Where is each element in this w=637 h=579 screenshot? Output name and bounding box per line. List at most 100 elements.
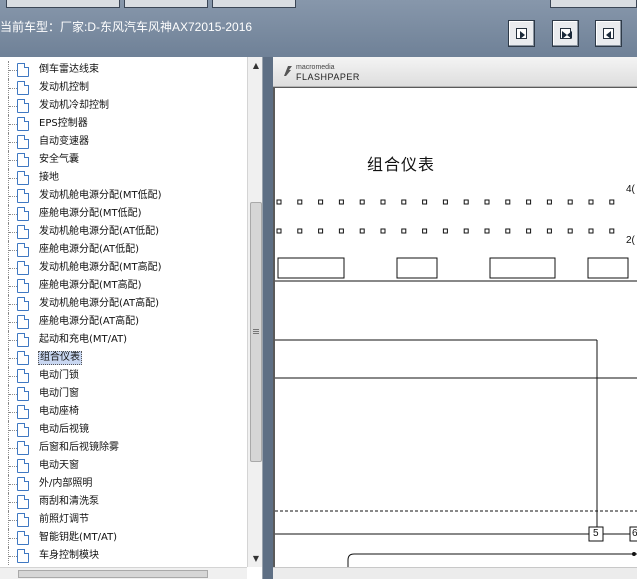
tree-item[interactable]: 外/内部照明 — [0, 475, 247, 493]
connector-pin — [588, 199, 594, 205]
panel-splitter[interactable] — [263, 57, 273, 579]
connector-pin — [297, 228, 303, 234]
hscroll-thumb[interactable] — [18, 570, 208, 578]
tree-item[interactable]: 座舱电源分配(AT低配) — [0, 241, 247, 259]
document-icon — [17, 495, 29, 509]
document-page: 组合仪表 4( 2( 5 6 — [275, 88, 637, 567]
tree-connector — [9, 124, 17, 125]
connector-pin — [484, 228, 490, 234]
tree-connector — [9, 448, 17, 449]
tree-item-label: 发动机舱电源分配(MT高配) — [39, 262, 162, 273]
tree-item[interactable]: 座舱电源分配(MT低配) — [0, 205, 247, 223]
connector-pin — [422, 199, 428, 205]
tree-item[interactable]: 车身控制模块 — [0, 547, 247, 565]
tree-item-label: 前照灯调节 — [39, 514, 89, 525]
tree-item[interactable]: 安全气囊 — [0, 151, 247, 169]
tree-item-label: 电动后视镜 — [39, 424, 89, 435]
connector-pin — [609, 228, 615, 234]
connector-pin — [338, 228, 344, 234]
document-icon — [17, 297, 29, 311]
document-icon — [17, 63, 29, 77]
document-viewer: macromedia FLASHPAPER 组合仪表 4( 2( 5 6 — [273, 57, 637, 579]
connector-pin — [276, 199, 282, 205]
connector-pin — [401, 228, 407, 234]
next-page-button[interactable] — [508, 20, 535, 47]
tree-item[interactable]: 座舱电源分配(MT高配) — [0, 277, 247, 295]
connector-pin — [359, 228, 365, 234]
tree-connector — [9, 304, 17, 305]
tree-item[interactable]: 座舱电源分配(AT高配) — [0, 313, 247, 331]
document-icon — [17, 207, 29, 221]
tree-vertical-scrollbar[interactable]: ▲ ▼ — [247, 57, 262, 567]
tree-item-label: 倒车雷达线束 — [39, 64, 99, 75]
document-icon — [17, 261, 29, 275]
tree-item[interactable]: 电动门锁 — [0, 367, 247, 385]
tree-item[interactable]: 发动机舱电源分配(MT低配) — [0, 187, 247, 205]
connector-pin — [318, 228, 324, 234]
tree-item[interactable]: 自动变速器 — [0, 133, 247, 151]
tree-connector — [9, 394, 17, 395]
toolbar-tab-4[interactable] — [550, 0, 637, 8]
document-icon — [17, 477, 29, 491]
tree-item[interactable]: 雨刮和清洗泵 — [0, 493, 247, 511]
tree-item[interactable]: 倒车雷达线束 — [0, 61, 247, 79]
tree-connector — [9, 340, 17, 341]
tree-item-label: 智能钥匙(MT/AT) — [39, 532, 118, 543]
connector-pin — [359, 199, 365, 205]
connector-pin — [318, 199, 324, 205]
tree-item[interactable]: 起动和充电(MT/AT) — [0, 331, 247, 349]
document-icon — [17, 513, 29, 527]
document-icon — [17, 153, 29, 167]
tree-item[interactable]: 接地 — [0, 169, 247, 187]
tree-item[interactable]: 电动座椅 — [0, 403, 247, 421]
scroll-up-arrow-icon[interactable]: ▲ — [248, 59, 262, 73]
tree-item-label: 起动和充电(MT/AT) — [39, 334, 128, 345]
tree-item[interactable]: EPS控制器 — [0, 115, 247, 133]
tree-item[interactable]: 智能钥匙(MT/AT) — [0, 529, 247, 547]
tree-connector — [9, 430, 17, 431]
tree-horizontal-scrollbar[interactable] — [0, 567, 247, 579]
toolbar-tab-2[interactable] — [124, 0, 208, 8]
arrow-in-right-glyph — [567, 31, 572, 39]
tree-connector — [9, 232, 17, 233]
tree-item-label: 外/内部照明 — [39, 478, 93, 489]
tree-item[interactable]: 发动机舱电源分配(AT高配) — [0, 295, 247, 313]
toolbar-tab-1[interactable] — [6, 0, 120, 8]
tree-item-label: 自动变速器 — [39, 136, 89, 147]
tree-item-label: 电动座椅 — [39, 406, 79, 417]
tree-item[interactable]: 发动机控制 — [0, 79, 247, 97]
tree-connector — [9, 286, 17, 287]
tree-item[interactable]: 电动后视镜 — [0, 421, 247, 439]
tree-item[interactable]: 电动门窗 — [0, 385, 247, 403]
tree-item-label: 发动机舱电源分配(AT低配) — [39, 226, 159, 237]
current-vehicle-title: 当前车型：厂家:D-东风汽车风神AX72015-2016 — [0, 20, 253, 34]
scroll-down-arrow-icon[interactable]: ▼ — [248, 552, 262, 566]
tree-item[interactable]: 电动天窗 — [0, 457, 247, 475]
toolbar-tab-3[interactable] — [212, 0, 296, 8]
connector-pin — [546, 228, 552, 234]
tree-item[interactable]: 前照灯调节 — [0, 511, 247, 529]
pin-label-6: 6 — [632, 528, 637, 539]
grip-line — [253, 331, 259, 332]
wiring-diagram — [275, 199, 637, 567]
document-icon — [17, 369, 29, 383]
document-icon — [17, 135, 29, 149]
tree-item-label: 座舱电源分配(MT低配) — [39, 208, 142, 219]
tree-item[interactable]: 组合仪表 — [0, 349, 247, 367]
scroll-thumb[interactable] — [250, 202, 262, 462]
connector-pin — [463, 228, 469, 234]
fit-page-button[interactable] — [552, 20, 579, 47]
viewer-horizontal-scrollbar[interactable] — [273, 567, 637, 579]
tree-connector — [9, 214, 17, 215]
top-toolbar: 当前车型：厂家:D-东风汽车风神AX72015-2016 — [0, 0, 637, 57]
connector-block — [277, 257, 345, 279]
document-icon — [17, 81, 29, 95]
tree-item[interactable]: 发动机冷却控制 — [0, 97, 247, 115]
tree-item[interactable]: 后窗和后视镜除雾 — [0, 439, 247, 457]
tree-item[interactable]: 发动机舱电源分配(AT低配) — [0, 223, 247, 241]
tree-item[interactable]: 发动机舱电源分配(MT高配) — [0, 259, 247, 277]
tree-connector — [9, 250, 17, 251]
connector-pin-row — [276, 199, 615, 205]
flashpaper-logo-icon — [284, 66, 292, 76]
prev-page-button[interactable] — [595, 20, 622, 47]
